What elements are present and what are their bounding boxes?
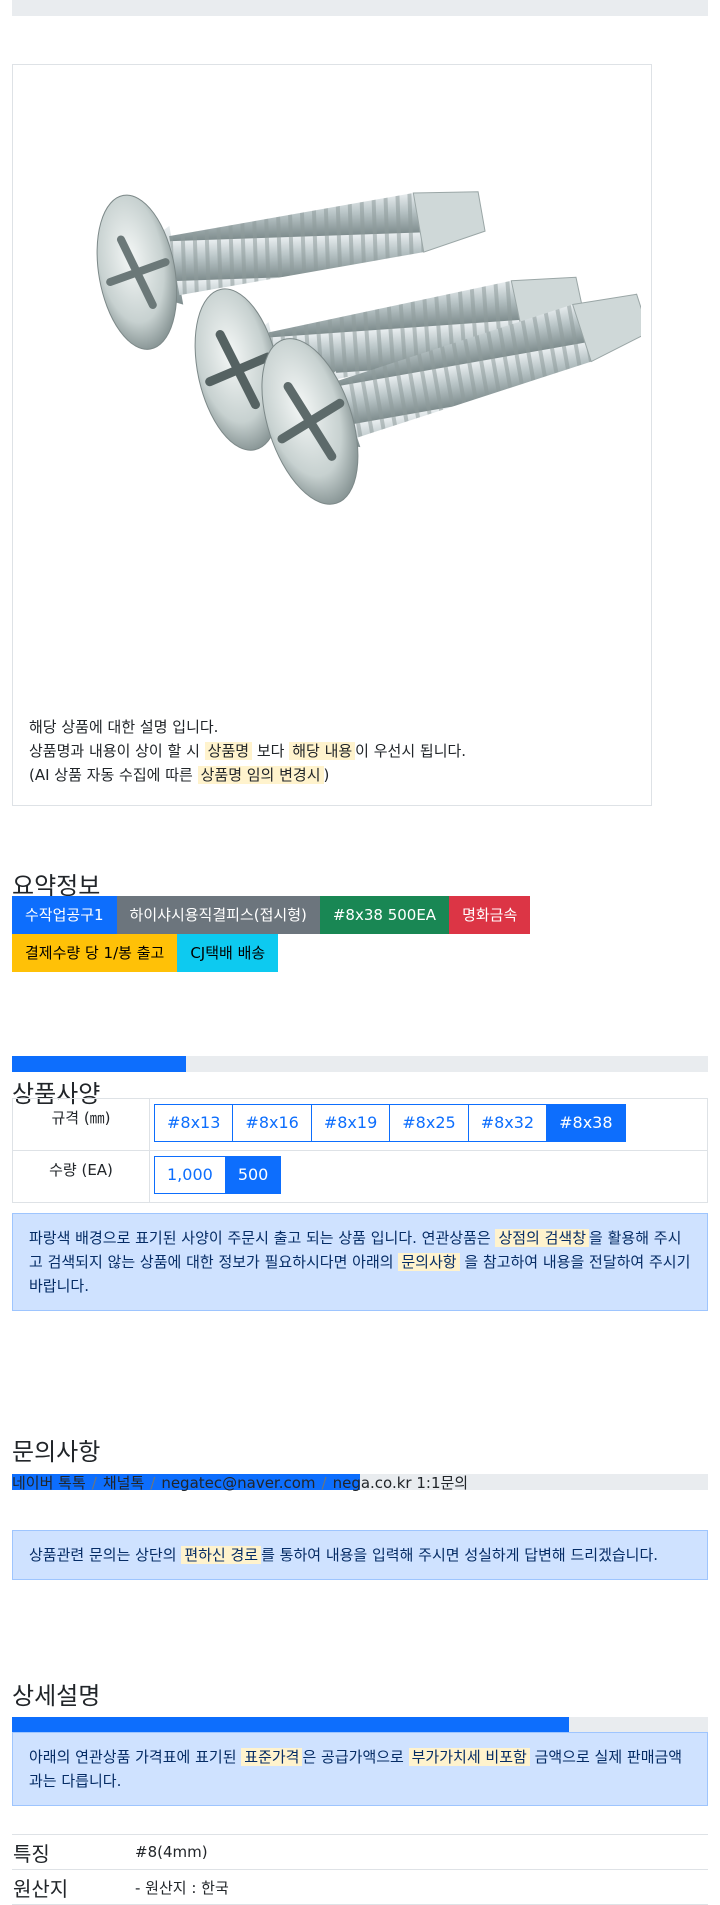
size-label: 규격 (㎜) <box>12 1098 150 1151</box>
detail-progress-fill <box>12 1717 569 1733</box>
contact-link[interactable]: 네이버 톡톡 <box>12 1474 86 1492</box>
qty-option-button[interactable]: 1,000 <box>154 1156 226 1194</box>
size-options: #8x13 #8x16 #8x19 #8x25 #8x32 #8x38 <box>149 1098 708 1151</box>
size-option-button[interactable]: #8x19 <box>310 1104 391 1142</box>
product-image-panel: 해당 상품에 대한 설명 입니다. 상품명과 내용이 상이 할 시 상품명 보다… <box>12 64 652 806</box>
description-line-1: 해당 상품에 대한 설명 입니다. <box>29 718 219 736</box>
spec-row-size: 규격 (㎜) #8x13 #8x16 #8x19 #8x25 #8x32 #8x38 <box>12 1098 708 1151</box>
summary-tag: CJ택배 배송 <box>177 934 279 972</box>
top-progress-bar <box>12 0 708 16</box>
highlight-vat-excluded: 부가가치세 비포함 <box>408 1748 530 1766</box>
summary-tag: 하이샤시용직결피스(접시형) <box>116 896 320 934</box>
summary-tags: 수작업공구1 하이샤시용직결피스(접시형) #8x38 500EA 명화금속결제수량 … <box>12 896 572 972</box>
size-option-button[interactable]: #8x38 <box>546 1104 626 1142</box>
product-image <box>96 191 641 505</box>
detail-value: - 원산지 : 한국 <box>134 1869 708 1905</box>
detail-key: 원산지 <box>12 1869 134 1905</box>
spec-progress-bar <box>12 1056 708 1072</box>
contact-link[interactable]: nega.co.kr 1:1문의 <box>333 1474 469 1492</box>
highlight-preferred-route: 편하신 경로 <box>181 1546 262 1564</box>
contact-link[interactable]: 채널톡 <box>103 1474 144 1492</box>
qty-option-button[interactable]: 500 <box>224 1156 282 1194</box>
summary-tag: 결제수량 당 1/봉 출고 <box>12 934 178 972</box>
description-line-3: (AI 상품 자동 수집에 따른 상품명 임의 변경시) <box>29 766 330 784</box>
contact-link[interactable]: negatec@naver.com <box>161 1474 315 1492</box>
detail-title: 상세설명 <box>12 1682 101 1710</box>
highlight-store-search: 상점의 검색창 <box>495 1229 590 1247</box>
contact-breadcrumb: 네이버 톡톡 / 채널톡 / negatec@naver.com / nega.co.kr … <box>12 1474 469 1492</box>
size-option-button[interactable]: #8x13 <box>154 1104 234 1142</box>
highlight-content: 해당 내용 <box>289 742 356 760</box>
qty-options: 1,000 500 <box>149 1150 708 1203</box>
description-line-2: 상품명과 내용이 상이 할 시 상품명 보다 해당 내용 이 우선시 됩니다. <box>29 742 467 760</box>
detail-key: 특징 <box>12 1834 134 1870</box>
inquiry-title: 문의사항 <box>12 1438 101 1466</box>
highlight-standard-price: 표준가격 <box>241 1748 303 1766</box>
summary-tag: #8x38 500EA <box>319 896 450 934</box>
spec-row-qty: 수량 (EA) 1,000 500 <box>12 1150 708 1203</box>
detail-row: 원산지 - 원산지 : 한국 <box>12 1869 708 1905</box>
detail-progress-bar <box>12 1717 708 1733</box>
size-option-button[interactable]: #8x16 <box>232 1104 312 1142</box>
highlight-product-name: 상품명 <box>204 742 253 760</box>
inquiry-notice: 상품관련 문의는 상단의 편하신 경로 를 통하여 내용을 입력해 주시면 성실하… <box>12 1530 708 1580</box>
size-option-button[interactable]: #8x32 <box>467 1104 548 1142</box>
spec-notice: 파랑색 배경으로 표기된 사양이 주문시 출고 되는 상품 입니다. 연관상품은… <box>12 1213 708 1311</box>
summary-tag: 명화금속 <box>449 896 531 934</box>
qty-label: 수량 (EA) <box>12 1150 150 1203</box>
size-option-button[interactable]: #8x25 <box>389 1104 469 1142</box>
summary-tag: 수작업공구1 <box>12 896 117 934</box>
detail-value: #8(4mm) <box>134 1834 708 1870</box>
detail-notice: 아래의 연관상품 가격표에 표기된 표준가격 은 공급가액으로 부가가치세 비포함… <box>12 1732 708 1806</box>
spec-table: 규격 (㎜) #8x13 #8x16 #8x19 #8x25 #8x32 #8x38 수량… <box>12 1098 708 1203</box>
highlight-name-change: 상품명 임의 변경시 <box>197 766 324 784</box>
detail-info-table: 특징 #8(4mm) 원산지 - 원산지 : 한국 <box>12 1834 708 1905</box>
highlight-inquiry: 문의사항 <box>398 1253 460 1271</box>
product-description: 해당 상품에 대한 설명 입니다. 상품명과 내용이 상이 할 시 상품명 보다… <box>29 715 466 787</box>
spec-progress-fill <box>12 1056 186 1072</box>
detail-row: 특징 #8(4mm) <box>12 1834 708 1870</box>
